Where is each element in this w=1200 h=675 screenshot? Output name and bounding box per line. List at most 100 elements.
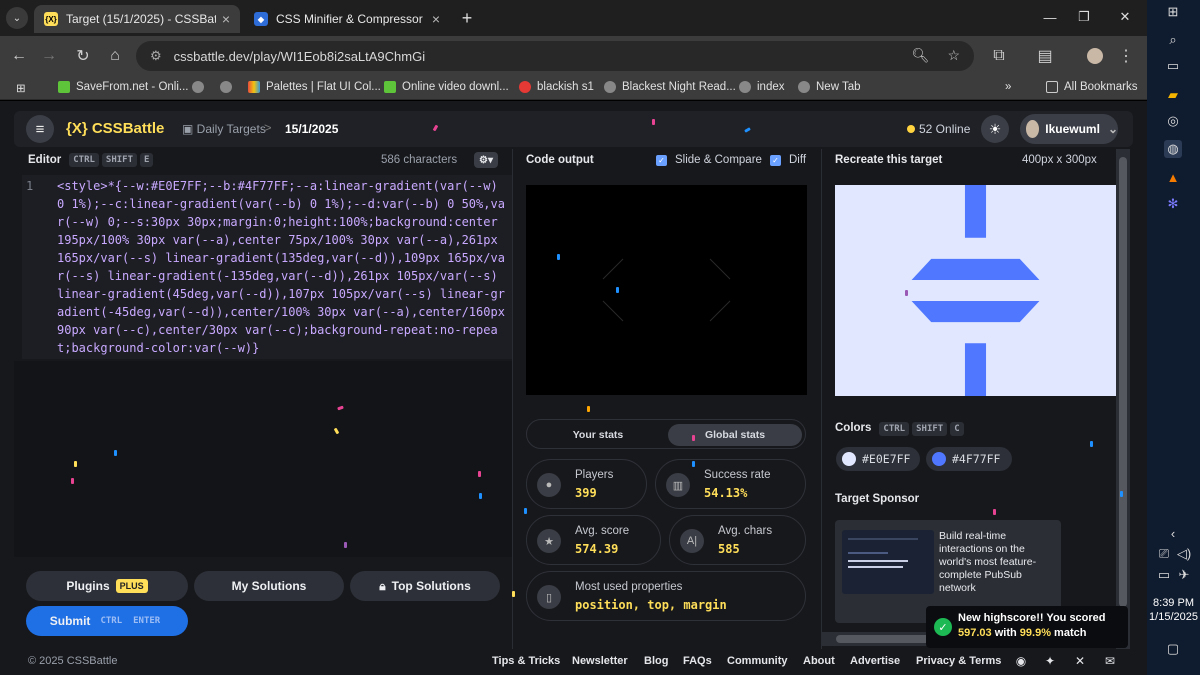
plus-badge: PLUS bbox=[115, 579, 148, 593]
site-info-icon[interactable]: ⚙ bbox=[150, 48, 162, 64]
stat-value: 585 bbox=[718, 542, 740, 556]
breadcrumb-date: 15/1/2025 bbox=[285, 122, 339, 136]
cssbattle-page: ≡ {X} CSSBattle ▣ Daily Targets > 15/1/2… bbox=[0, 101, 1147, 675]
footer-link-privacy[interactable]: Privacy & Terms bbox=[916, 655, 1001, 667]
editor-settings-gear-icon[interactable]: ⚙▾ bbox=[474, 152, 498, 168]
hamburger-menu-icon[interactable]: ≡ bbox=[26, 115, 54, 143]
theme-toggle-sun-icon[interactable]: ☀ bbox=[981, 115, 1009, 143]
app-icon-2[interactable]: ✻ bbox=[1164, 195, 1182, 213]
battery-icon[interactable]: ▭ bbox=[1155, 566, 1173, 584]
browser-menu-icon[interactable]: ⋮ bbox=[1115, 45, 1137, 67]
palette-icon bbox=[248, 81, 260, 93]
bookmark-star-icon[interactable]: ☆ bbox=[947, 47, 960, 64]
footer-link-faqs[interactable]: FAQs bbox=[683, 655, 712, 667]
footer-link-about[interactable]: About bbox=[803, 655, 835, 667]
code-output-canvas[interactable] bbox=[526, 185, 807, 395]
file-explorer-icon[interactable]: ▰ bbox=[1164, 86, 1182, 104]
bookmark-globe[interactable] bbox=[192, 81, 210, 93]
footer-link-newsletter[interactable]: Newsletter bbox=[572, 655, 628, 667]
windows-start-icon[interactable]: ⊞ bbox=[1164, 3, 1182, 21]
diff-toggle[interactable]: ✓ Diff bbox=[770, 149, 806, 171]
my-solutions-button[interactable]: My Solutions bbox=[194, 571, 344, 601]
close-tab-icon[interactable]: × bbox=[222, 11, 230, 27]
system-clock[interactable]: 8:39 PM 1/15/2025 bbox=[1147, 596, 1200, 624]
bookmark-globe-2[interactable] bbox=[220, 81, 238, 93]
submit-button[interactable]: Submit CTRL ENTER bbox=[26, 606, 188, 636]
task-view-icon[interactable]: ▭ bbox=[1164, 57, 1182, 75]
all-bookmarks[interactable]: All Bookmarks bbox=[1046, 81, 1138, 93]
stat-players: ● Players 399 bbox=[526, 459, 647, 509]
meet-icon[interactable]: ⎚ bbox=[1155, 545, 1173, 563]
footer-link-tips[interactable]: Tips & Tricks bbox=[492, 655, 560, 667]
toast-suffix: match bbox=[1054, 627, 1087, 639]
close-window-icon[interactable]: ✕ bbox=[1105, 4, 1145, 30]
app-icon[interactable]: ◎ bbox=[1164, 112, 1182, 130]
more-bookmarks-chevron-icon[interactable]: » bbox=[1005, 81, 1011, 93]
close-tab-icon[interactable]: × bbox=[432, 11, 440, 27]
mail-icon[interactable]: ✉ bbox=[1103, 654, 1117, 668]
show-hidden-icons-chevron-icon[interactable]: ‹ bbox=[1164, 524, 1182, 542]
apps-grid-icon[interactable]: ⊞ bbox=[16, 81, 26, 95]
forward-arrow-icon[interactable]: → bbox=[38, 45, 60, 67]
footer-link-advertise[interactable]: Advertise bbox=[850, 655, 900, 667]
discord-icon[interactable]: ◉ bbox=[1014, 654, 1028, 668]
zoom-icon[interactable]: 🔍︎ bbox=[912, 47, 930, 64]
top-solutions-button[interactable]: 🔒︎ Top Solutions bbox=[350, 571, 500, 601]
bookmark-savefrom[interactable]: SaveFrom.net - Onli... bbox=[58, 81, 188, 93]
footer-link-community[interactable]: Community bbox=[727, 655, 788, 667]
tab-search-chevron-icon[interactable]: ⌄ bbox=[6, 7, 28, 29]
scrollbar-thumb[interactable] bbox=[1119, 157, 1127, 607]
plugins-button[interactable]: Plugins PLUS bbox=[26, 571, 188, 601]
vlc-icon[interactable]: ▲ bbox=[1164, 168, 1182, 186]
bluesky-icon[interactable]: ✦ bbox=[1043, 654, 1057, 668]
bookmark-new-tab[interactable]: New Tab bbox=[798, 81, 861, 93]
stat-value: 574.39 bbox=[575, 542, 619, 556]
cssbattle-logo[interactable]: {X} CSSBattle bbox=[66, 120, 164, 137]
kbd-enter: ENTER bbox=[133, 616, 161, 626]
bookmark-online-video[interactable]: Online video downl... bbox=[384, 81, 509, 93]
user-menu[interactable]: Ikuewuml ⌄ bbox=[1020, 114, 1118, 144]
right-panel-scrollbar[interactable] bbox=[1116, 149, 1130, 649]
highscore-toast[interactable]: ✓ New highscore!! You scored 597.03 with… bbox=[926, 606, 1128, 648]
home-icon[interactable]: ⌂ bbox=[104, 45, 126, 67]
tab-cssbattle[interactable]: {X} Target (15/1/2025) - CSSBattle × bbox=[34, 5, 240, 33]
m-logo-icon bbox=[519, 81, 531, 93]
restore-icon[interactable]: ❐ bbox=[1064, 4, 1104, 30]
bookmark-index[interactable]: index bbox=[739, 81, 785, 93]
side-panel-icon[interactable]: ▤ bbox=[1034, 45, 1056, 67]
color-swatch-4f77ff[interactable]: #4F77FF bbox=[926, 447, 1012, 471]
bookmark-blackish[interactable]: blackish s1 bbox=[519, 81, 594, 93]
editor-empty-area[interactable] bbox=[14, 361, 512, 557]
volume-icon[interactable]: ◁) bbox=[1175, 545, 1193, 563]
chrome-icon[interactable]: ◍ bbox=[1164, 140, 1182, 158]
color-swatch-e0e7ff[interactable]: #E0E7FF bbox=[836, 447, 920, 471]
network-icon[interactable]: ✈ bbox=[1175, 566, 1193, 584]
back-arrow-icon[interactable]: ← bbox=[8, 45, 30, 67]
slide-compare-toggle[interactable]: ✓ Slide & Compare bbox=[656, 149, 762, 171]
daily-targets-link[interactable]: ▣ Daily Targets bbox=[182, 122, 266, 136]
browser-tabbar: ⌄ {X} Target (15/1/2025) - CSSBattle × ◆… bbox=[0, 0, 1147, 36]
notifications-icon[interactable]: ▢ bbox=[1164, 640, 1182, 658]
profile-avatar-icon[interactable] bbox=[1084, 45, 1106, 67]
checkbox-checked-icon[interactable]: ✓ bbox=[656, 154, 667, 166]
bookmark-blackest-night[interactable]: Blackest Night Read... bbox=[604, 81, 736, 93]
bookmark-icon: ▯ bbox=[537, 585, 561, 609]
reload-icon[interactable]: ↻ bbox=[72, 45, 94, 67]
search-icon[interactable]: ⌕ bbox=[1164, 31, 1182, 49]
checkbox-checked-icon[interactable]: ✓ bbox=[770, 154, 781, 166]
x-twitter-icon[interactable]: ✕ bbox=[1073, 654, 1087, 668]
new-tab-plus-icon[interactable]: + bbox=[456, 7, 478, 29]
sponsor-code-image bbox=[842, 530, 934, 594]
footer-link-blog[interactable]: Blog bbox=[644, 655, 668, 667]
address-bar[interactable]: ⚙ cssbattle.dev/play/WI1Eob8i2saLtA9ChmG… bbox=[136, 41, 974, 71]
tab-global-stats[interactable]: Global stats bbox=[668, 424, 802, 446]
bookmark-palettes[interactable]: Palettes | Flat UI Col... bbox=[248, 81, 381, 93]
clock-time: 8:39 PM bbox=[1153, 597, 1194, 609]
panel-divider bbox=[512, 149, 513, 649]
kbd-ctrl: CTRL bbox=[100, 616, 123, 626]
code-content[interactable]: <style>*{--w:#E0E7FF;--b:#4F77FF;--a:lin… bbox=[57, 177, 505, 357]
colors-title: Colors bbox=[835, 422, 872, 434]
tab-your-stats[interactable]: Your stats bbox=[531, 424, 665, 446]
extensions-puzzle-icon[interactable]: ⧉ bbox=[988, 45, 1010, 67]
tab-css-minifier[interactable]: ◆ CSS Minifier & Compressor | To × bbox=[244, 5, 450, 33]
